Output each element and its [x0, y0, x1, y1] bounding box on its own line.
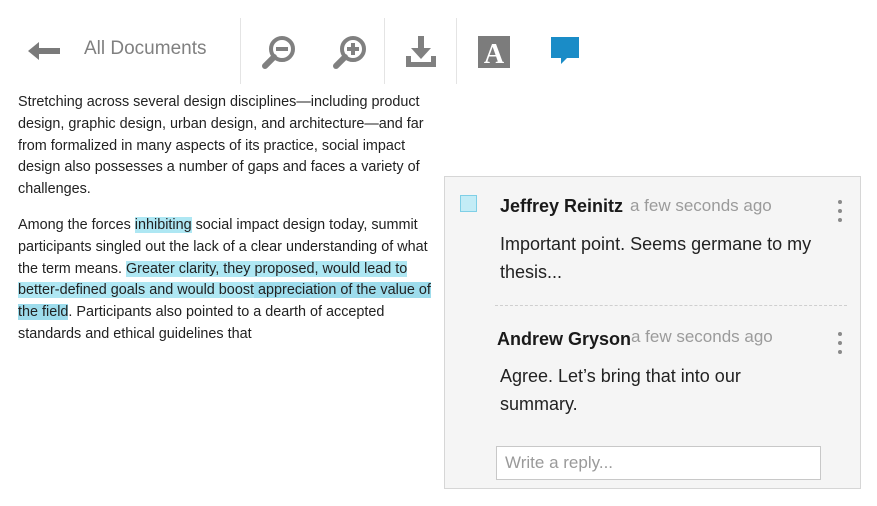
font-icon[interactable]: A [472, 30, 516, 74]
comment-text: Important point. Seems germane to my the… [500, 234, 812, 282]
document-body: Stretching across several design discipl… [18, 92, 433, 346]
comment-timestamp: a few seconds ago [631, 327, 773, 346]
comment-panel: Jeffrey Reinitz a few seconds ago Import… [444, 176, 861, 489]
toolbar: All Documents A [0, 18, 877, 84]
back-arrow-icon[interactable] [28, 39, 62, 63]
comment-author: Andrew Gryson [497, 329, 632, 349]
paragraph: Stretching across several design discipl… [18, 94, 424, 198]
comment-icon[interactable] [543, 30, 587, 74]
download-icon[interactable] [399, 30, 443, 74]
comment-text: Agree. Let’s bring that into our summary… [500, 366, 741, 414]
text-run: Among the forces [18, 216, 135, 233]
paragraph: Among the forces inhibiting social impac… [18, 215, 433, 346]
toolbar-divider [384, 18, 385, 84]
reply-input[interactable] [496, 446, 821, 480]
svg-text:A: A [484, 39, 505, 70]
comment-select-checkbox[interactable] [460, 195, 477, 212]
more-options-icon[interactable] [836, 200, 844, 226]
more-options-icon[interactable] [836, 332, 844, 358]
comment-author: Jeffrey Reinitz [500, 196, 624, 216]
zoom-in-icon[interactable] [329, 30, 373, 74]
toolbar-divider [456, 18, 457, 84]
zoom-out-icon[interactable] [258, 30, 302, 74]
all-documents-link[interactable]: All Documents [84, 38, 207, 60]
toolbar-divider [240, 18, 241, 84]
text-run: . Participants also pointed to a dearth … [18, 304, 385, 342]
comment-timestamp: a few seconds ago [630, 196, 772, 215]
comment-separator [495, 305, 847, 306]
highlighted-text[interactable]: inhibiting [134, 216, 192, 233]
